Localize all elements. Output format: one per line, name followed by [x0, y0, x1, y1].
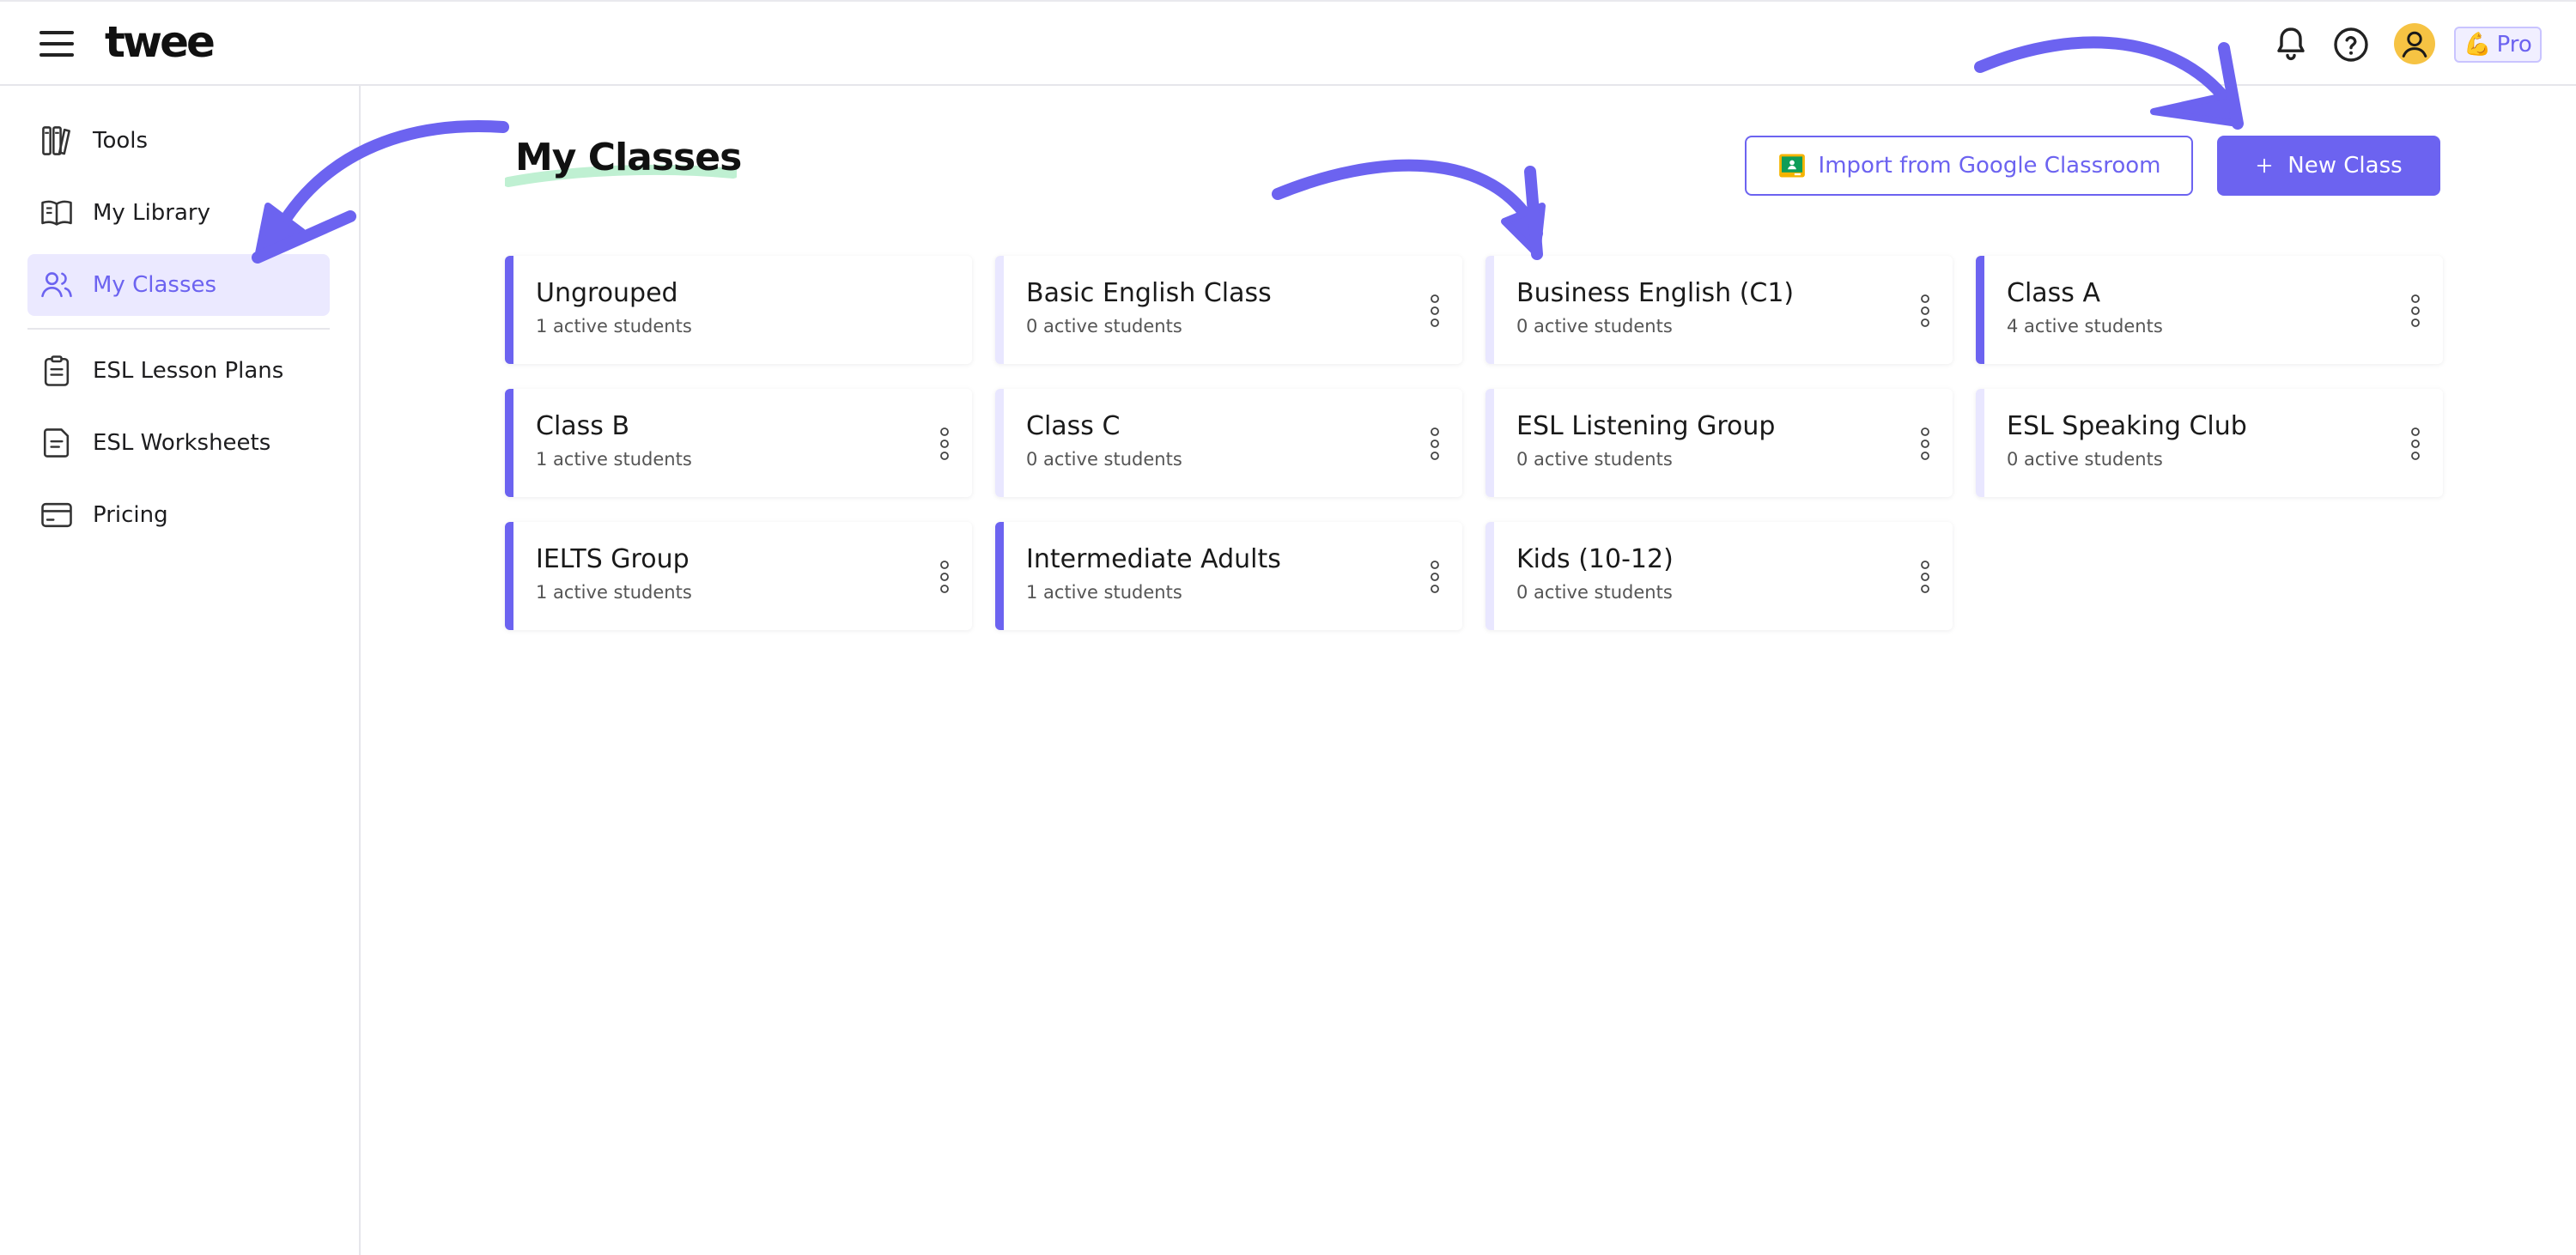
- class-card-ielts-group[interactable]: IELTS Group 1 active students: [505, 522, 972, 630]
- active-students-count: 0 active students: [1026, 316, 1182, 336]
- class-name: Ungrouped: [536, 278, 678, 308]
- more-options-icon[interactable]: [1920, 427, 1930, 461]
- sidebar-item-label: Tools: [93, 128, 149, 154]
- class-card-ungrouped[interactable]: Ungrouped 1 active students: [505, 256, 972, 364]
- plus-icon: [2257, 158, 2272, 173]
- user-avatar-icon[interactable]: [2394, 23, 2435, 64]
- new-class-button[interactable]: New Class: [2217, 136, 2440, 196]
- card-accent-bar: [1485, 522, 1494, 630]
- worksheet-icon: [43, 428, 70, 458]
- book-icon: [41, 200, 72, 226]
- import-button-label: Import from Google Classroom: [1818, 153, 2161, 179]
- class-card-esl-speaking-club[interactable]: ESL Speaking Club 0 active students: [1976, 389, 2443, 497]
- card-accent-bar: [995, 522, 1004, 630]
- import-google-classroom-button[interactable]: Import from Google Classroom: [1745, 136, 2193, 196]
- class-name: Intermediate Adults: [1026, 544, 1281, 574]
- card-accent-bar: [505, 389, 513, 497]
- active-students-count: 0 active students: [1516, 316, 1673, 336]
- card-accent-bar: [995, 256, 1004, 364]
- bell-icon[interactable]: [2270, 24, 2312, 65]
- card-accent-bar: [995, 389, 1004, 497]
- sidebar-item-my-classes[interactable]: My Classes: [27, 254, 330, 316]
- more-options-icon[interactable]: [1430, 427, 1440, 461]
- card-accent-bar: [1976, 256, 1984, 364]
- more-options-icon[interactable]: [2410, 427, 2421, 461]
- more-options-icon[interactable]: [1430, 560, 1440, 594]
- page-title: My Classes: [515, 136, 742, 179]
- class-name: ESL Listening Group: [1516, 411, 1776, 441]
- sidebar-item-label: ESL Worksheets: [93, 430, 271, 456]
- more-options-icon[interactable]: [939, 427, 950, 461]
- class-name: Class B: [536, 411, 630, 441]
- users-icon: [41, 272, 72, 298]
- card-accent-bar: [505, 256, 513, 364]
- active-students-count: 0 active students: [1516, 449, 1673, 470]
- active-students-count: 1 active students: [536, 582, 692, 603]
- active-students-count: 4 active students: [2007, 316, 2163, 336]
- class-name: Class C: [1026, 411, 1121, 441]
- active-students-count: 1 active students: [536, 449, 692, 470]
- class-card-intermediate-adults[interactable]: Intermediate Adults 1 active students: [995, 522, 1462, 630]
- class-name: Basic English Class: [1026, 278, 1272, 308]
- arrow-to-class-card: [1272, 159, 1546, 260]
- sidebar-item-pricing[interactable]: Pricing: [27, 484, 330, 546]
- class-card-business-english[interactable]: Business English (C1) 0 active students: [1485, 256, 1953, 364]
- sidebar-item-tools[interactable]: Tools: [27, 110, 330, 172]
- sidebar-item-label: My Library: [93, 200, 210, 226]
- class-name: Kids (10-12): [1516, 544, 1674, 574]
- card-accent-bar: [1485, 256, 1494, 364]
- more-options-icon[interactable]: [1920, 294, 1930, 328]
- pro-badge[interactable]: 💪 Pro: [2454, 27, 2542, 63]
- active-students-count: 0 active students: [1026, 449, 1182, 470]
- sidebar-item-my-library[interactable]: My Library: [27, 182, 330, 244]
- sidebar-item-label: ESL Lesson Plans: [93, 358, 284, 384]
- help-icon[interactable]: [2330, 24, 2372, 65]
- card-accent-bar: [505, 522, 513, 630]
- more-options-icon[interactable]: [1430, 294, 1440, 328]
- clipboard-icon: [44, 355, 70, 386]
- class-card-class-c[interactable]: Class C 0 active students: [995, 389, 1462, 497]
- active-students-count: 1 active students: [1026, 582, 1182, 603]
- new-class-button-label: New Class: [2287, 153, 2403, 179]
- class-name: Business English (C1): [1516, 278, 1795, 308]
- more-options-icon[interactable]: [1920, 560, 1930, 594]
- sidebar-item-label: My Classes: [93, 272, 217, 298]
- sidebar-item-esl-worksheets[interactable]: ESL Worksheets: [27, 412, 330, 474]
- class-card-basic-english[interactable]: Basic English Class 0 active students: [995, 256, 1462, 364]
- class-card-class-a[interactable]: Class A 4 active students: [1976, 256, 2443, 364]
- more-options-icon[interactable]: [2410, 294, 2421, 328]
- more-options-icon[interactable]: [939, 560, 950, 594]
- active-students-count: 0 active students: [2007, 449, 2163, 470]
- class-name: IELTS Group: [536, 544, 690, 574]
- active-students-count: 0 active students: [1516, 582, 1673, 603]
- app-logo[interactable]: twee: [105, 17, 216, 67]
- hamburger-menu-icon[interactable]: [39, 31, 74, 57]
- flexed-biceps-icon: 💪: [2464, 32, 2492, 58]
- card-accent-bar: [1976, 389, 1984, 497]
- sidebar-item-esl-lesson-plans[interactable]: ESL Lesson Plans: [27, 340, 330, 402]
- sidebar: Tools My Library My Classes ESL Lesson P…: [0, 86, 361, 1255]
- card-icon: [41, 502, 72, 528]
- tools-icon: [42, 126, 70, 155]
- top-bar: twee 💪 Pro: [0, 0, 2576, 86]
- sidebar-divider: [27, 328, 330, 330]
- class-name: Class A: [2007, 278, 2100, 308]
- active-students-count: 1 active students: [536, 316, 692, 336]
- google-classroom-icon: [1778, 154, 1805, 178]
- class-name: ESL Speaking Club: [2007, 411, 2247, 441]
- class-card-kids-10-12[interactable]: Kids (10-12) 0 active students: [1485, 522, 1953, 630]
- pro-badge-label: Pro: [2496, 32, 2532, 58]
- class-card-esl-listening-group[interactable]: ESL Listening Group 0 active students: [1485, 389, 1953, 497]
- card-accent-bar: [1485, 389, 1494, 497]
- sidebar-item-label: Pricing: [93, 502, 168, 528]
- class-card-class-b[interactable]: Class B 1 active students: [505, 389, 972, 497]
